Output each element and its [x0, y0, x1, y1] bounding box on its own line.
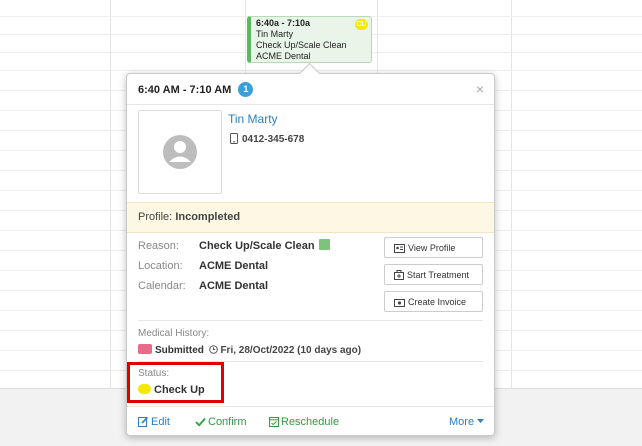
appointment-time: 6:40a - 7:10a: [256, 18, 311, 28]
more-dropdown[interactable]: More: [449, 416, 486, 428]
confirm-button[interactable]: Confirm: [195, 416, 247, 428]
calendar-check-icon: [269, 417, 279, 427]
status-label: Status:: [138, 368, 170, 379]
phone-icon: [230, 133, 238, 144]
detail-label: Reason:: [138, 240, 179, 252]
detail-value: ACME Dental: [199, 260, 269, 272]
appointment-reason: Check Up/Scale Clean: [256, 40, 347, 50]
edit-icon: [138, 416, 149, 427]
detail-label: Location:: [138, 260, 183, 272]
avatar: [138, 110, 222, 194]
status-badge-icon: [138, 384, 151, 394]
profile-status-band: Profile: Incompleted: [127, 202, 494, 233]
appointment-popover: 6:40 AM - 7:10 AM 1 × Tin Marty 0412-345…: [126, 62, 495, 436]
id-card-icon: [394, 244, 405, 253]
medical-history-label: Medical History:: [138, 328, 210, 339]
reschedule-label: Reschedule: [281, 416, 340, 428]
appointment-patient: Tin Marty: [256, 29, 294, 39]
appointment-time-range: 6:40 AM - 7:10 AM: [138, 84, 232, 96]
patient-name-link[interactable]: Tin Marty: [228, 112, 278, 126]
detail-row-location: Location: ACME Dental: [138, 260, 268, 272]
appointment-location: ACME Dental: [256, 51, 311, 61]
start-treatment-button[interactable]: Start Treatment: [384, 264, 483, 285]
more-label: More: [449, 416, 475, 428]
status-badge-icon: CU: [355, 19, 368, 30]
close-icon[interactable]: ×: [476, 81, 484, 97]
popover-header: 6:40 AM - 7:10 AM 1 ×: [127, 74, 494, 105]
profile-label: Profile:: [138, 211, 173, 223]
detail-row-calendar: Calendar: ACME Dental: [138, 280, 268, 292]
medical-history-status: Submitted: [155, 345, 204, 356]
check-icon: [195, 417, 206, 427]
caret-down-icon: [477, 419, 485, 423]
profile-value: Incompleted: [175, 211, 241, 223]
start-treatment-label: Start Treatment: [407, 270, 470, 280]
view-profile-button[interactable]: View Profile: [384, 237, 483, 258]
popover-title: 6:40 AM - 7:10 AM 1: [138, 82, 254, 97]
form-submitted-icon: [138, 344, 152, 354]
edit-label: Edit: [151, 416, 170, 428]
status-text: Check Up: [154, 384, 205, 396]
reschedule-button[interactable]: Reschedule: [269, 416, 339, 428]
popover-footer: Edit Confirm Reschedule More: [127, 406, 494, 436]
appointment-block[interactable]: 6:40a - 7:10a Tin Marty Check Up/Scale C…: [247, 16, 372, 63]
edit-button[interactable]: Edit: [138, 416, 170, 428]
patient-phone: 0412-345-678: [230, 133, 304, 145]
clock-icon: [208, 345, 218, 354]
reason-color-swatch: [318, 239, 330, 250]
medical-history-date: Fri, 28/Oct/2022 (10 days ago): [220, 345, 362, 356]
create-invoice-button[interactable]: Create Invoice: [384, 291, 483, 312]
phone-number: 0412-345-678: [242, 134, 305, 145]
detail-label: Calendar:: [138, 280, 186, 292]
divider: [138, 320, 483, 321]
detail-row-reason: Reason: Check Up/Scale Clean: [138, 239, 330, 252]
money-icon: [394, 299, 405, 307]
appointment-count-badge: 1: [238, 82, 254, 97]
confirm-label: Confirm: [208, 416, 247, 428]
profile-status: Profile: Incompleted: [138, 211, 240, 223]
detail-value: ACME Dental: [199, 280, 269, 292]
view-profile-label: View Profile: [408, 243, 456, 253]
user-placeholder-icon: [163, 135, 197, 169]
detail-value: Check Up/Scale Clean: [199, 240, 315, 252]
medkit-icon: [394, 270, 404, 280]
calendar-row-line: [0, 70, 642, 71]
status-value[interactable]: Check Up: [138, 384, 205, 396]
medical-history-row: Submitted Fri, 28/Oct/2022 (10 days ago): [138, 344, 361, 356]
create-invoice-label: Create Invoice: [408, 297, 467, 307]
